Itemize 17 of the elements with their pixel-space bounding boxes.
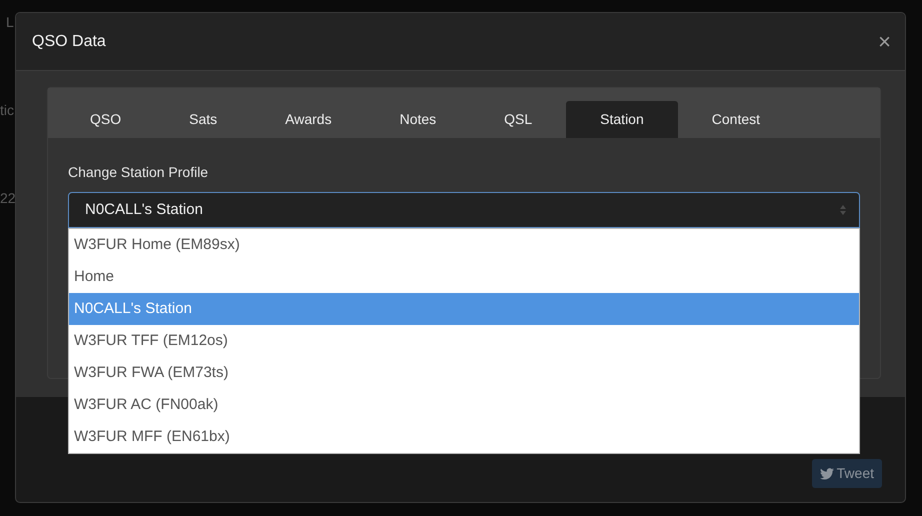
tab[interactable]: Awards <box>251 101 366 138</box>
close-button[interactable]: × <box>872 30 897 52</box>
modal-title: QSO Data <box>32 32 106 52</box>
bird-icon <box>820 468 834 480</box>
background-text: L <box>6 13 14 32</box>
tab[interactable]: Notes <box>366 101 470 138</box>
tab[interactable]: Contest <box>678 101 794 138</box>
tab[interactable]: QSO <box>56 101 156 138</box>
tab[interactable]: Sats <box>155 101 252 138</box>
select-field[interactable]: N0CALL's Station <box>68 192 860 228</box>
background-text: 22 <box>0 189 16 208</box>
background-text: tic <box>0 101 14 120</box>
sort-icon <box>839 204 847 216</box>
tab[interactable]: Station <box>566 101 678 138</box>
tab[interactable]: QSL <box>470 101 566 138</box>
field-label: Change Station Profile <box>68 163 210 182</box>
tweet-button[interactable]: Tweet <box>812 459 882 488</box>
